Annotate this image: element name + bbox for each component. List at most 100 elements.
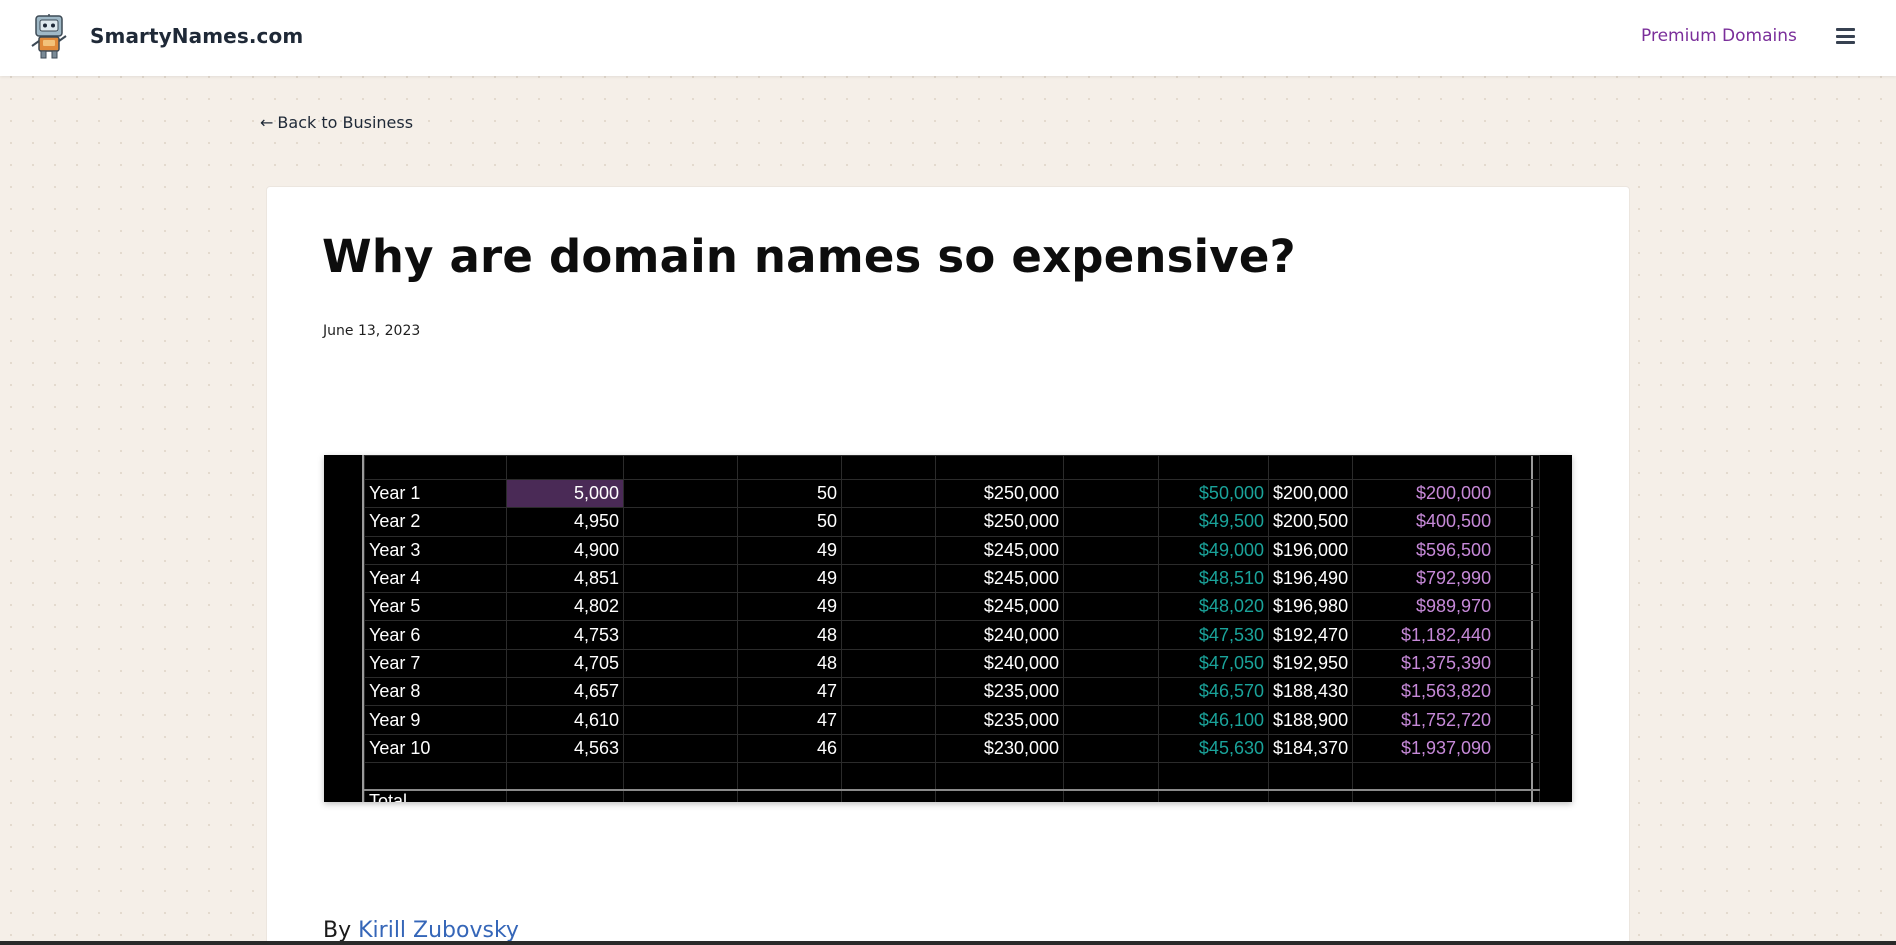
sheet-cell: [623, 761, 738, 791]
cell-revenue: $245,000: [935, 535, 1064, 565]
sheet-cell: [1158, 789, 1269, 802]
cell-revenue: $240,000: [935, 648, 1064, 679]
sheet-cell: [1267, 789, 1354, 802]
sheet-cell: [1267, 761, 1354, 791]
sheet-row: Year 6 4,753 48 $240,000 $47,530 $192,470 $1,1…: [364, 620, 1541, 650]
cell-count: 50: [737, 478, 842, 509]
cell-profit: $188,900: [1267, 705, 1354, 735]
sheet-cell: [1063, 677, 1159, 707]
sheet-cell: [1495, 592, 1541, 622]
cell-cost: $48,020: [1158, 592, 1269, 622]
sheet-header-row: [364, 455, 1541, 480]
row-label: Year 3: [364, 535, 507, 565]
sheet-row: Year 8 4,657 47 $235,000 $46,570 $188,430 $1,5…: [364, 677, 1541, 707]
sheet-cell: [364, 761, 507, 791]
cell-cost: $49,500: [1158, 507, 1269, 537]
sheet-cell: [1158, 455, 1269, 480]
cell-units: 4,851: [506, 563, 624, 594]
sheet-cell: [623, 733, 738, 763]
cell-profit: $192,470: [1267, 620, 1354, 650]
sheet-cell: [1063, 507, 1159, 537]
row-label: Year 5: [364, 592, 507, 622]
robot-mascot-icon[interactable]: [28, 14, 72, 60]
sheet-cell: [623, 789, 738, 802]
cell-count: 47: [737, 705, 842, 735]
sheet-cell: [841, 677, 936, 707]
sheet-cell: [623, 677, 738, 707]
window-bottom-edge: [0, 941, 1896, 945]
cell-revenue: $240,000: [935, 620, 1064, 650]
cell-count: 49: [737, 563, 842, 594]
sheet-cell: [1063, 592, 1159, 622]
sheet-cell: [841, 620, 936, 650]
cell-units: 4,950: [506, 507, 624, 537]
sheet-cell: [935, 789, 1064, 802]
sheet-row: Year 10 4,563 46 $230,000 $45,630 $184,370 $1,…: [364, 733, 1541, 763]
cell-cumulative: $1,563,820: [1352, 677, 1497, 707]
premium-domains-link[interactable]: Premium Domains: [1641, 26, 1797, 46]
arrow-left-icon: ←: [260, 113, 274, 132]
cell-cumulative: $400,500: [1352, 507, 1497, 537]
brand-name[interactable]: SmartyNames.com: [90, 24, 303, 48]
sheet-blank-row: [364, 761, 1541, 791]
sheet-row: Year 2 4,950 50 $250,000 $49,500 $200,500 $400…: [364, 507, 1541, 537]
sheet-cell: [1495, 705, 1541, 735]
sheet-cell: [1495, 535, 1541, 565]
cell-profit: $196,980: [1267, 592, 1354, 622]
sheet-cell: [623, 705, 738, 735]
sheet-cell: [1158, 761, 1269, 791]
sheet-cell: [623, 455, 738, 480]
sheet-cell: [1063, 455, 1159, 480]
cell-profit: $188,430: [1267, 677, 1354, 707]
cell-count: 49: [737, 535, 842, 565]
sheet-cell: [1063, 535, 1159, 565]
cell-revenue: $235,000: [935, 677, 1064, 707]
sheet-cell: [1352, 789, 1497, 802]
sheet-cell: [1352, 455, 1497, 480]
sheet-row: Year 1 5,000 50 $250,000 $50,000 $200,000 $200…: [364, 478, 1541, 509]
sheet-cell: [1495, 563, 1541, 594]
sheet-cell: [1063, 705, 1159, 735]
cell-units: 4,563: [506, 733, 624, 763]
cell-cost: $49,000: [1158, 535, 1269, 565]
cell-cumulative: $792,990: [1352, 563, 1497, 594]
sheet-row: Year 5 4,802 49 $245,000 $48,020 $196,980 $989…: [364, 592, 1541, 622]
sheet-cell: [935, 761, 1064, 791]
cell-cumulative: $1,375,390: [1352, 648, 1497, 679]
sheet-cell: [841, 789, 936, 802]
hamburger-menu-icon[interactable]: [1836, 28, 1855, 44]
cell-cost: $50,000: [1158, 478, 1269, 509]
sheet-cell: [1495, 507, 1541, 537]
cell-cumulative: $1,182,440: [1352, 620, 1497, 650]
sheet-row: Year 7 4,705 48 $240,000 $47,050 $192,950 $1,3…: [364, 648, 1541, 679]
cell-count: 50: [737, 507, 842, 537]
cell-cost: $45,630: [1158, 733, 1269, 763]
cell-cumulative: $596,500: [1352, 535, 1497, 565]
cell-profit: $200,500: [1267, 507, 1354, 537]
sheet-cell: [1063, 733, 1159, 763]
cell-profit: $192,950: [1267, 648, 1354, 679]
cell-profit: $196,000: [1267, 535, 1354, 565]
cell-units: 5,000: [506, 478, 624, 509]
sheet-row: Year 3 4,900 49 $245,000 $49,000 $196,000 $596…: [364, 535, 1541, 565]
sheet-cell: [623, 648, 738, 679]
back-to-business-link[interactable]: ← Back to Business: [260, 113, 413, 132]
article-title: Why are domain names so expensive?: [322, 230, 1296, 283]
sheet-cell: [1063, 563, 1159, 594]
cell-cost: $46,100: [1158, 705, 1269, 735]
cell-revenue: $250,000: [935, 478, 1064, 509]
menu-bar: [1836, 41, 1855, 44]
author-link[interactable]: Kirill Zubovsky: [358, 918, 519, 943]
sheet-cell: [841, 507, 936, 537]
back-link-label: Back to Business: [277, 113, 414, 132]
sheet-cell: [1063, 789, 1159, 802]
cell-profit: $184,370: [1267, 733, 1354, 763]
sheet-cell: [1495, 761, 1541, 791]
cell-revenue: $245,000: [935, 592, 1064, 622]
cell-count: 46: [737, 733, 842, 763]
cell-cost: $47,050: [1158, 648, 1269, 679]
cell-units: 4,705: [506, 648, 624, 679]
sheet-cell: [364, 455, 507, 480]
sheet-total-row: Total: [364, 789, 1541, 802]
sheet-cell: [623, 563, 738, 594]
